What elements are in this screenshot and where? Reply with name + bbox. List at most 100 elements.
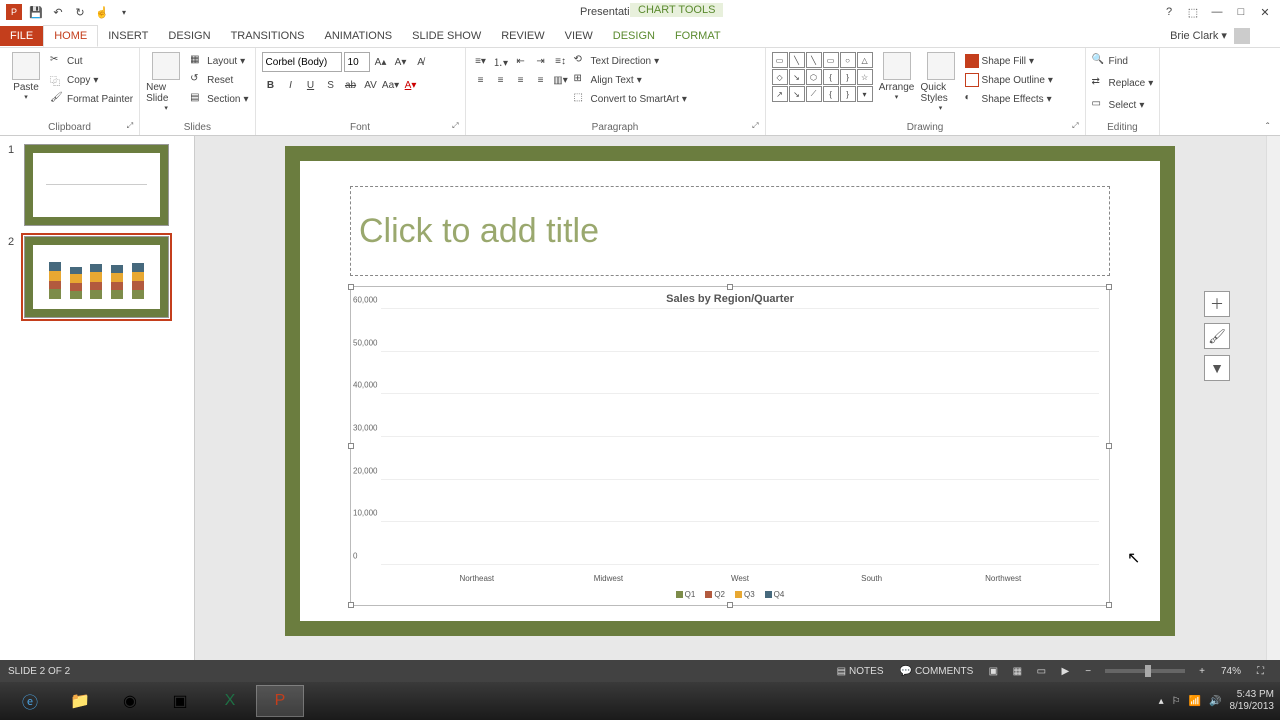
- bold-button[interactable]: B: [262, 76, 280, 94]
- fit-window-button[interactable]: ⛶: [1249, 666, 1272, 677]
- slide-counter[interactable]: SLIDE 2 OF 2: [8, 666, 70, 677]
- tray-up-icon[interactable]: ▴: [1159, 696, 1164, 707]
- align-left-button[interactable]: ≡: [472, 71, 490, 89]
- cut-button[interactable]: ✂Cut: [50, 52, 133, 70]
- zoom-level[interactable]: 74%: [1213, 666, 1249, 677]
- reading-view-button[interactable]: ▭: [1029, 662, 1053, 680]
- italic-button[interactable]: I: [282, 76, 300, 94]
- tab-insert[interactable]: INSERT: [98, 26, 158, 46]
- strike-button[interactable]: ab: [342, 76, 360, 94]
- shrink-font-button[interactable]: A▾: [392, 53, 410, 71]
- increase-indent-button[interactable]: ⇥: [532, 52, 550, 70]
- notes-button[interactable]: ▤ NOTES: [829, 666, 892, 677]
- tab-review[interactable]: REVIEW: [491, 26, 554, 46]
- select-button[interactable]: ▭Select ▾: [1092, 96, 1145, 114]
- shapes-gallery[interactable]: ▭╲╲▭○△ ◇↘⬡{}☆ ↗↘⟋{}▾: [772, 52, 873, 102]
- ribbon-options-icon[interactable]: ⬚: [1186, 6, 1200, 19]
- action-center-icon[interactable]: ⚐: [1172, 696, 1181, 707]
- font-name-input[interactable]: [262, 52, 342, 72]
- touch-mode-icon[interactable]: ☝: [94, 4, 110, 20]
- shadow-button[interactable]: S: [322, 76, 340, 94]
- columns-button[interactable]: ▥▾: [552, 71, 570, 89]
- powerpoint-icon[interactable]: P: [256, 685, 304, 717]
- text-direction-button[interactable]: ⟲Text Direction ▾: [574, 52, 687, 70]
- chart-styles-button[interactable]: 🖌: [1204, 323, 1230, 349]
- tab-animations[interactable]: ANIMATIONS: [315, 26, 403, 46]
- chart-plot-area[interactable]: 010,00020,00030,00040,00050,00060,000: [381, 309, 1099, 565]
- decrease-indent-button[interactable]: ⇤: [512, 52, 530, 70]
- save-icon[interactable]: 💾: [28, 4, 44, 20]
- align-text-button[interactable]: ⊞Align Text ▾: [574, 71, 687, 89]
- dialog-launcher-icon[interactable]: ⤢: [452, 121, 458, 131]
- slideshow-view-button[interactable]: ▶: [1053, 662, 1077, 680]
- chart-legend[interactable]: Q1Q2Q3Q4: [351, 590, 1109, 599]
- dialog-launcher-icon[interactable]: ⤢: [127, 121, 133, 131]
- tab-slideshow[interactable]: SLIDE SHOW: [402, 26, 491, 46]
- shape-effects-button[interactable]: ◐Shape Effects ▾: [965, 90, 1053, 108]
- slide-thumbnail-1[interactable]: 1: [8, 144, 186, 226]
- normal-view-button[interactable]: ▣: [981, 662, 1005, 680]
- reset-button[interactable]: ↺Reset: [190, 71, 248, 89]
- dialog-launcher-icon[interactable]: ⤢: [1072, 121, 1078, 131]
- qat-more-icon[interactable]: ▾: [116, 4, 132, 20]
- zoom-in-button[interactable]: +: [1191, 666, 1213, 677]
- zoom-out-button[interactable]: −: [1077, 666, 1099, 677]
- collapse-ribbon-icon[interactable]: ˆ: [1264, 120, 1271, 135]
- font-size-input[interactable]: [344, 52, 370, 72]
- app-icon[interactable]: ▣: [156, 685, 204, 717]
- copy-button[interactable]: ⿻Copy ▾: [50, 71, 133, 89]
- chrome-icon[interactable]: ◉: [106, 685, 154, 717]
- replace-button[interactable]: ⇄Replace ▾: [1092, 74, 1154, 92]
- slide-editor[interactable]: Click to add title Sales by Region/Quart…: [195, 136, 1280, 660]
- tab-chart-format[interactable]: FORMAT: [665, 26, 731, 46]
- clear-format-button[interactable]: A̸: [412, 53, 430, 71]
- excel-icon[interactable]: X: [206, 685, 254, 717]
- tab-design[interactable]: DESIGN: [158, 26, 220, 46]
- volume-icon[interactable]: 🔊: [1209, 696, 1221, 707]
- align-right-button[interactable]: ≡: [512, 71, 530, 89]
- sorter-view-button[interactable]: ▦: [1005, 662, 1029, 680]
- grow-font-button[interactable]: A▴: [372, 53, 390, 71]
- bullets-button[interactable]: ≡▾: [472, 52, 490, 70]
- chart-elements-button[interactable]: ＋: [1204, 291, 1230, 317]
- quick-styles-button[interactable]: Quick Styles▾: [921, 52, 961, 112]
- numbering-button[interactable]: ⒈▾: [492, 52, 510, 70]
- case-button[interactable]: Aa▾: [382, 76, 400, 94]
- spacing-button[interactable]: AV: [362, 76, 380, 94]
- slide-canvas[interactable]: Click to add title Sales by Region/Quart…: [285, 146, 1175, 636]
- tab-view[interactable]: VIEW: [555, 26, 603, 46]
- comments-button[interactable]: 💬 COMMENTS: [892, 666, 982, 677]
- smartart-button[interactable]: ⬚Convert to SmartArt ▾: [574, 90, 687, 108]
- tab-home[interactable]: HOME: [43, 25, 98, 47]
- title-placeholder[interactable]: Click to add title: [350, 186, 1110, 276]
- dialog-launcher-icon[interactable]: ⤢: [752, 121, 758, 131]
- maximize-icon[interactable]: □: [1234, 6, 1248, 19]
- chart-filters-button[interactable]: ▼: [1204, 355, 1230, 381]
- redo-icon[interactable]: ↻: [72, 4, 88, 20]
- find-button[interactable]: 🔍Find: [1092, 52, 1128, 70]
- arrange-button[interactable]: Arrange▾: [877, 52, 917, 101]
- undo-icon[interactable]: ↶: [50, 4, 66, 20]
- align-center-button[interactable]: ≡: [492, 71, 510, 89]
- network-icon[interactable]: 📶: [1189, 696, 1201, 707]
- explorer-icon[interactable]: 📁: [56, 685, 104, 717]
- layout-button[interactable]: ▦Layout ▾: [190, 52, 248, 70]
- shape-outline-button[interactable]: Shape Outline ▾: [965, 71, 1053, 89]
- section-button[interactable]: ▤Section ▾: [190, 90, 248, 108]
- ie-icon[interactable]: ⓔ: [6, 685, 54, 717]
- underline-button[interactable]: U: [302, 76, 320, 94]
- minimize-icon[interactable]: —: [1210, 6, 1224, 19]
- tab-file[interactable]: FILE: [0, 26, 43, 46]
- user-account[interactable]: Brie Clark ▾: [1170, 28, 1280, 44]
- slide-thumbnail-2[interactable]: 2: [8, 236, 186, 318]
- justify-button[interactable]: ≡: [532, 71, 550, 89]
- new-slide-button[interactable]: New Slide▾: [146, 52, 186, 112]
- tab-transitions[interactable]: TRANSITIONS: [221, 26, 315, 46]
- format-painter-button[interactable]: 🖌Format Painter: [50, 90, 133, 108]
- help-icon[interactable]: ?: [1162, 6, 1176, 19]
- shape-fill-button[interactable]: Shape Fill ▾: [965, 52, 1053, 70]
- chart-object[interactable]: Sales by Region/Quarter 010,00020,00030,…: [350, 286, 1110, 606]
- zoom-slider[interactable]: [1105, 669, 1185, 673]
- system-tray[interactable]: ▴ ⚐ 📶 🔊 5:43 PM8/19/2013: [1159, 689, 1274, 713]
- clock[interactable]: 5:43 PM8/19/2013: [1230, 689, 1275, 713]
